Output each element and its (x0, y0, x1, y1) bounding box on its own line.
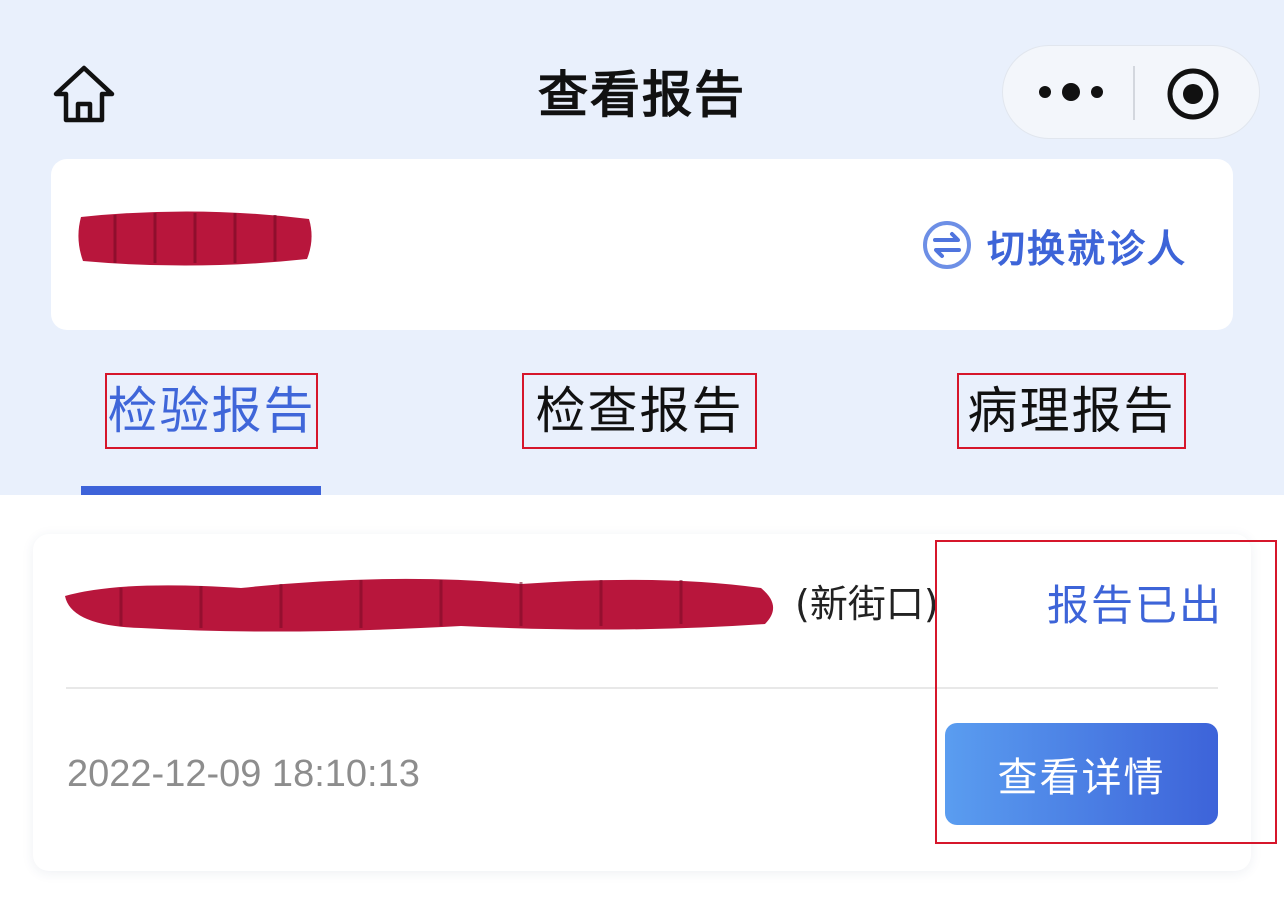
switch-patient-button[interactable]: 切换就诊人 (921, 217, 1187, 273)
tab-lab-report[interactable]: 检验报告 (105, 373, 318, 449)
annotation-box (935, 540, 1277, 844)
switch-arrows-icon (921, 219, 973, 271)
more-icon[interactable] (1031, 68, 1115, 116)
switch-patient-label: 切换就诊人 (987, 226, 1188, 271)
patient-card: 切换就诊人 (51, 159, 1233, 330)
tab-pathology-report[interactable]: 病理报告 (957, 373, 1186, 449)
tab-exam-report[interactable]: 检查报告 (522, 373, 757, 449)
target-icon[interactable] (1165, 66, 1221, 122)
mini-program-capsule (1002, 45, 1260, 139)
active-tab-indicator (81, 486, 321, 495)
hospital-branch-name: (新街口) (795, 582, 939, 626)
redacted-hospital-name (61, 566, 781, 638)
report-time: 2022-12-09 18:10:13 (67, 753, 420, 795)
redacted-patient-name (75, 205, 315, 271)
capsule-divider (1133, 66, 1135, 120)
